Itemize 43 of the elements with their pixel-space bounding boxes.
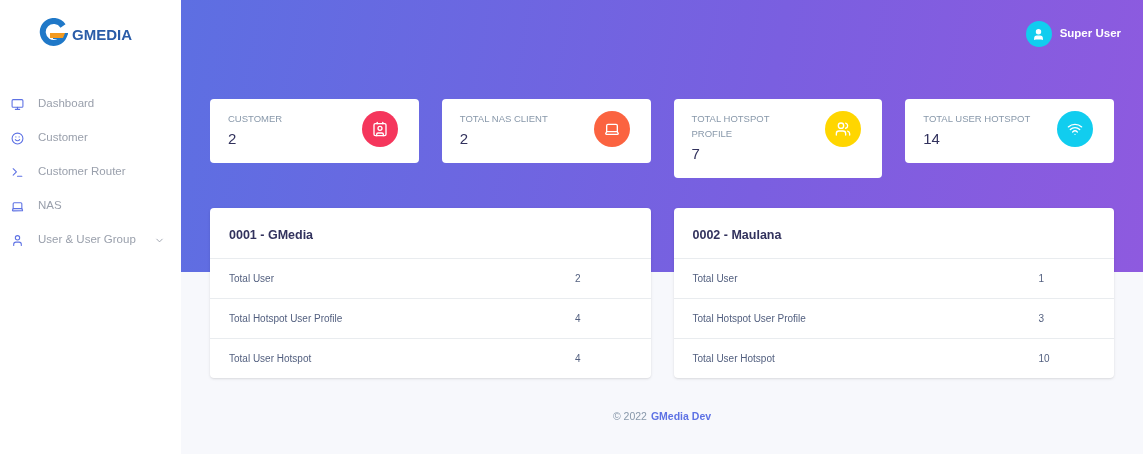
table-cell-text: Total Hotspot User Profile — [692, 311, 807, 326]
nav-item[interactable]: Customer Router — [0, 155, 181, 189]
stat-value: 2 — [459, 129, 470, 149]
logo-icon — [38, 18, 68, 48]
group-title: 0001 - GMedia — [228, 226, 315, 244]
nav-item[interactable]: User & User Group — [0, 223, 181, 257]
table-cell-text: Total User Hotspot — [692, 351, 776, 366]
table-cell-text: 3 — [1038, 311, 1045, 326]
id-card-icon — [371, 121, 388, 137]
table-cell-text: Total User — [229, 271, 275, 286]
group-title: 0002 - Maulana — [691, 226, 783, 244]
laptop-icon — [11, 199, 24, 213]
stat-label: TOTAL USER HOTSPOT — [923, 112, 1031, 126]
nav-item[interactable]: Customer — [0, 121, 181, 155]
laptop-icon — [603, 121, 620, 137]
stat-value: 7 — [691, 144, 701, 164]
stat-label: TOTAL NAS CLIENT — [459, 112, 548, 126]
table-cell-text: 10 — [1038, 351, 1050, 366]
users-icon — [835, 121, 852, 137]
terminal-icon — [11, 165, 24, 179]
table-cell-text: Total User Hotspot — [229, 351, 313, 366]
stat-label: CUSTOMER — [228, 112, 283, 126]
table-cell-text: 4 — [575, 311, 581, 326]
user-icon — [1032, 27, 1046, 41]
nav-item[interactable]: Dashboard — [0, 87, 181, 121]
stat-value: 2 — [228, 129, 238, 149]
stat-value: 14 — [923, 129, 941, 149]
table-cell-text: 2 — [575, 271, 581, 286]
table-cell-text: 1 — [1038, 271, 1045, 286]
table-cell-text: 4 — [575, 351, 581, 366]
logo-text: GMEDIA — [72, 25, 132, 45]
user-icon — [11, 233, 24, 247]
copyright-text: © 2022 — [612, 408, 647, 424]
avatar[interactable] — [1025, 21, 1052, 47]
user-name[interactable]: Super User — [1059, 25, 1121, 43]
smiley-icon — [11, 131, 24, 145]
wifi-icon — [1067, 121, 1083, 137]
table-cell-text: Total Hotspot User Profile — [229, 311, 344, 326]
nav-item[interactable]: NAS — [0, 189, 181, 223]
footer-link[interactable]: GMedia Dev — [650, 408, 712, 425]
stat-label: TOTAL HOTSPOT PROFILE — [691, 112, 771, 141]
table-cell-text: Total User — [692, 271, 739, 286]
monitor-icon — [11, 97, 24, 111]
